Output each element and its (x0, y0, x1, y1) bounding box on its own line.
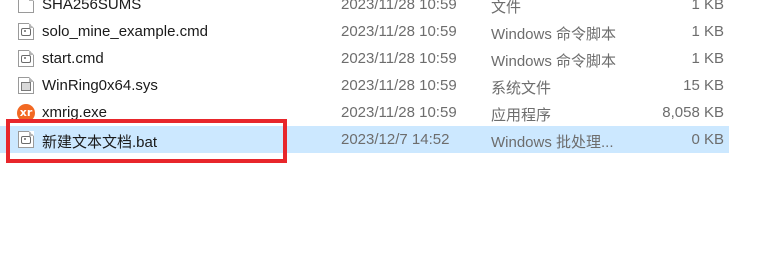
file-name: start.cmd (42, 50, 104, 67)
cmd-file-icon (18, 23, 34, 40)
xmrig-app-icon: xr (17, 104, 35, 122)
file-type: Windows 命令脚本 (491, 26, 617, 43)
file-date-modified: 2023/12/7 14:52 (341, 131, 450, 148)
file-type: Windows 批处理... (491, 134, 614, 151)
file-name: SHA256SUMS (42, 0, 142, 13)
file-name: solo_mine_example.cmd (42, 23, 208, 40)
file-date-modified: 2023/11/28 10:59 (341, 50, 457, 67)
file-row-sha256sums[interactable]: SHA256SUMS 2023/11/28 10:59 文件 1 KB (0, 0, 729, 18)
file-name: 新建文本文档.bat (42, 134, 158, 151)
file-row-winring0x64[interactable]: WinRing0x64.sys 2023/11/28 10:59 系统文件 15… (0, 72, 729, 99)
file-size: 1 KB (691, 0, 724, 13)
file-name: WinRing0x64.sys (42, 77, 158, 94)
file-size: 15 KB (683, 77, 724, 94)
file-row-start-cmd[interactable]: start.cmd 2023/11/28 10:59 Windows 命令脚本 … (0, 45, 729, 72)
file-icon (18, 0, 34, 13)
file-size: 1 KB (691, 23, 724, 40)
file-type: Windows 命令脚本 (491, 53, 617, 70)
file-list: SHA256SUMS 2023/11/28 10:59 文件 1 KB solo… (0, 0, 765, 153)
file-type: 系统文件 (491, 80, 552, 97)
file-date-modified: 2023/11/28 10:59 (341, 77, 457, 94)
file-size: 8,058 KB (662, 104, 724, 121)
file-type: 应用程序 (491, 107, 552, 124)
file-size: 0 KB (691, 131, 724, 148)
file-size: 1 KB (691, 50, 724, 67)
file-date-modified: 2023/11/28 10:59 (341, 23, 457, 40)
file-date-modified: 2023/11/28 10:59 (341, 104, 457, 121)
file-name: xmrig.exe (42, 104, 108, 121)
file-date-modified: 2023/11/28 10:59 (341, 0, 457, 13)
file-row-solo-mine-example[interactable]: solo_mine_example.cmd 2023/11/28 10:59 W… (0, 18, 729, 45)
file-type: 文件 (491, 0, 522, 16)
bat-file-icon (18, 131, 34, 148)
cmd-file-icon (18, 50, 34, 67)
system-file-icon (18, 77, 34, 94)
file-row-new-bat-selected[interactable]: 新建文本文档.bat 2023/12/7 14:52 Windows 批处理..… (0, 126, 729, 153)
file-row-xmrig-exe[interactable]: xr xmrig.exe 2023/11/28 10:59 应用程序 8,058… (0, 99, 729, 126)
